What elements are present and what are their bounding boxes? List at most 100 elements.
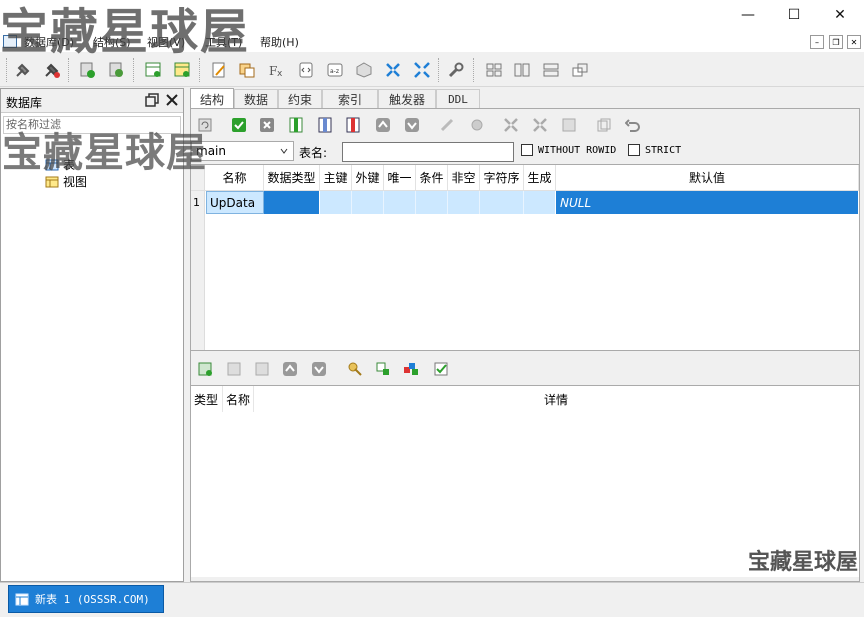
foreign-key-cell[interactable] (352, 191, 384, 214)
close-button[interactable]: ✕ (829, 4, 851, 26)
constraint-header-type[interactable]: 类型 (194, 391, 218, 408)
script-icon[interactable] (295, 59, 317, 81)
edit-sql-icon[interactable] (208, 59, 230, 81)
data-type-cell[interactable] (264, 191, 320, 214)
edit-constraint-icon[interactable] (224, 359, 244, 379)
column-header[interactable]: 条件 (416, 165, 448, 190)
table-name-input[interactable] (342, 142, 514, 162)
column-header[interactable]: 外键 (352, 165, 384, 190)
column-header[interactable]: 主键 (320, 165, 352, 190)
rollback-icon[interactable] (257, 115, 277, 135)
table-name-label: 表名: (299, 146, 328, 160)
constraint-up-icon[interactable] (280, 359, 300, 379)
tab-data[interactable]: 数据 (234, 89, 278, 108)
sort-az-icon[interactable]: a-z (324, 59, 346, 81)
new-table-icon[interactable] (142, 59, 164, 81)
foreign-key-icon[interactable] (373, 359, 393, 379)
add-constraint-icon[interactable] (195, 359, 215, 379)
column-header[interactable]: 生成 (524, 165, 556, 190)
cascade-windows-icon[interactable] (569, 59, 591, 81)
expand-icon[interactable] (411, 59, 433, 81)
column-header[interactable]: 字符序 (480, 165, 524, 190)
wrench-icon[interactable] (445, 59, 467, 81)
expand-grid-icon[interactable] (530, 115, 550, 135)
maximize-button[interactable]: ☐ (783, 4, 805, 26)
column-header[interactable]: 唯一 (384, 165, 416, 190)
commit-icon[interactable] (229, 115, 249, 135)
layout-columns-icon[interactable] (511, 59, 533, 81)
without-rowid-checkbox[interactable]: WITHOUT ROWID (521, 144, 616, 156)
copy-icon[interactable] (594, 115, 614, 135)
add-database-icon[interactable] (76, 59, 98, 81)
cube-icon[interactable] (353, 59, 375, 81)
export-icon[interactable] (559, 115, 579, 135)
generated-cell[interactable] (524, 191, 556, 214)
move-up-icon[interactable] (373, 115, 393, 135)
collation-cell[interactable] (480, 191, 524, 214)
menu-database[interactable]: 数据库(D) (24, 34, 74, 50)
tab-constraints[interactable]: 约束 (278, 89, 322, 108)
schema-select[interactable]: main (191, 141, 294, 161)
tab-ddl[interactable]: DDL (436, 89, 480, 108)
function-icon[interactable]: Fx (266, 59, 288, 81)
toolbar-separator (68, 58, 69, 82)
menu-view[interactable]: 视图(V) (147, 34, 185, 50)
undo-icon[interactable] (623, 115, 643, 135)
constraint-header-name[interactable]: 名称 (226, 391, 250, 408)
float-panel-icon[interactable] (144, 92, 160, 108)
move-down-icon[interactable] (402, 115, 422, 135)
tree-item-views[interactable]: 视图 (45, 173, 87, 190)
constraint-down-icon[interactable] (309, 359, 329, 379)
column-header[interactable]: 名称 (206, 165, 264, 190)
connect-icon[interactable] (12, 59, 34, 81)
default-value-cell[interactable]: NULL (556, 191, 859, 214)
column-header[interactable]: 默认值 (556, 165, 859, 190)
tree-item-tables[interactable]: 表 (45, 156, 75, 173)
collapse-icon[interactable] (382, 59, 404, 81)
columns-grid[interactable]: 名称 数据类型 主键 外键 唯一 条件 非空 字符序 生成 默认值 1 UpDa… (191, 164, 859, 351)
disconnect-icon[interactable] (41, 59, 63, 81)
mdi-restore-button[interactable]: ❐ (829, 35, 843, 49)
layout-rows-icon[interactable] (540, 59, 562, 81)
minimize-button[interactable]: — (737, 4, 759, 26)
collapse-grid-icon[interactable] (501, 115, 521, 135)
strict-checkbox[interactable]: STRICT (628, 144, 681, 156)
check-constraint-icon[interactable] (431, 359, 451, 379)
tab-structure[interactable]: 结构 (190, 88, 234, 109)
menu-help[interactable]: 帮助(H) (260, 34, 299, 50)
layout-grid-icon[interactable] (483, 59, 505, 81)
table-icon (45, 159, 59, 170)
tab-triggers[interactable]: 触发器 (378, 89, 436, 108)
refresh-database-icon[interactable] (105, 59, 127, 81)
delete-constraint-icon[interactable] (252, 359, 272, 379)
menu-structure[interactable]: 结构(S) (93, 34, 131, 50)
unique-icon[interactable] (401, 359, 421, 379)
document-tab[interactable]: 新表 1 (OSSSR.COM) (8, 585, 164, 613)
link-icon[interactable] (437, 115, 457, 135)
delete-column-icon[interactable] (343, 115, 363, 135)
settings-icon[interactable] (467, 115, 487, 135)
check-cell[interactable] (416, 191, 448, 214)
edit-column-icon[interactable] (315, 115, 335, 135)
not-null-cell[interactable] (448, 191, 480, 214)
primary-key-cell[interactable] (320, 191, 352, 214)
add-column-icon[interactable] (286, 115, 306, 135)
column-header[interactable]: 数据类型 (264, 165, 320, 190)
tab-indexes[interactable]: 索引 (322, 89, 378, 108)
menu-tools[interactable]: 工具(T) (205, 34, 242, 50)
edit-table-icon[interactable] (171, 59, 193, 81)
menu-bar: 数据库(D) 结构(S) 视图(V) 工具(T) 帮助(H) – ❐ ✕ (0, 32, 864, 52)
mdi-minimize-button[interactable]: – (810, 35, 824, 49)
unique-cell[interactable] (384, 191, 416, 214)
close-panel-icon[interactable] (164, 92, 180, 108)
primary-key-icon[interactable] (345, 359, 365, 379)
strict-label: STRICT (645, 144, 682, 156)
copy-table-icon[interactable] (236, 59, 258, 81)
column-name-cell[interactable]: UpData (206, 191, 264, 214)
mdi-close-button[interactable]: ✕ (847, 35, 861, 49)
filter-input[interactable]: 按名称过滤 (3, 116, 181, 134)
toolbar-separator (6, 58, 7, 82)
column-header[interactable]: 非空 (448, 165, 480, 190)
constraint-header-details[interactable]: 详情 (544, 391, 568, 408)
refresh-icon[interactable] (195, 115, 215, 135)
